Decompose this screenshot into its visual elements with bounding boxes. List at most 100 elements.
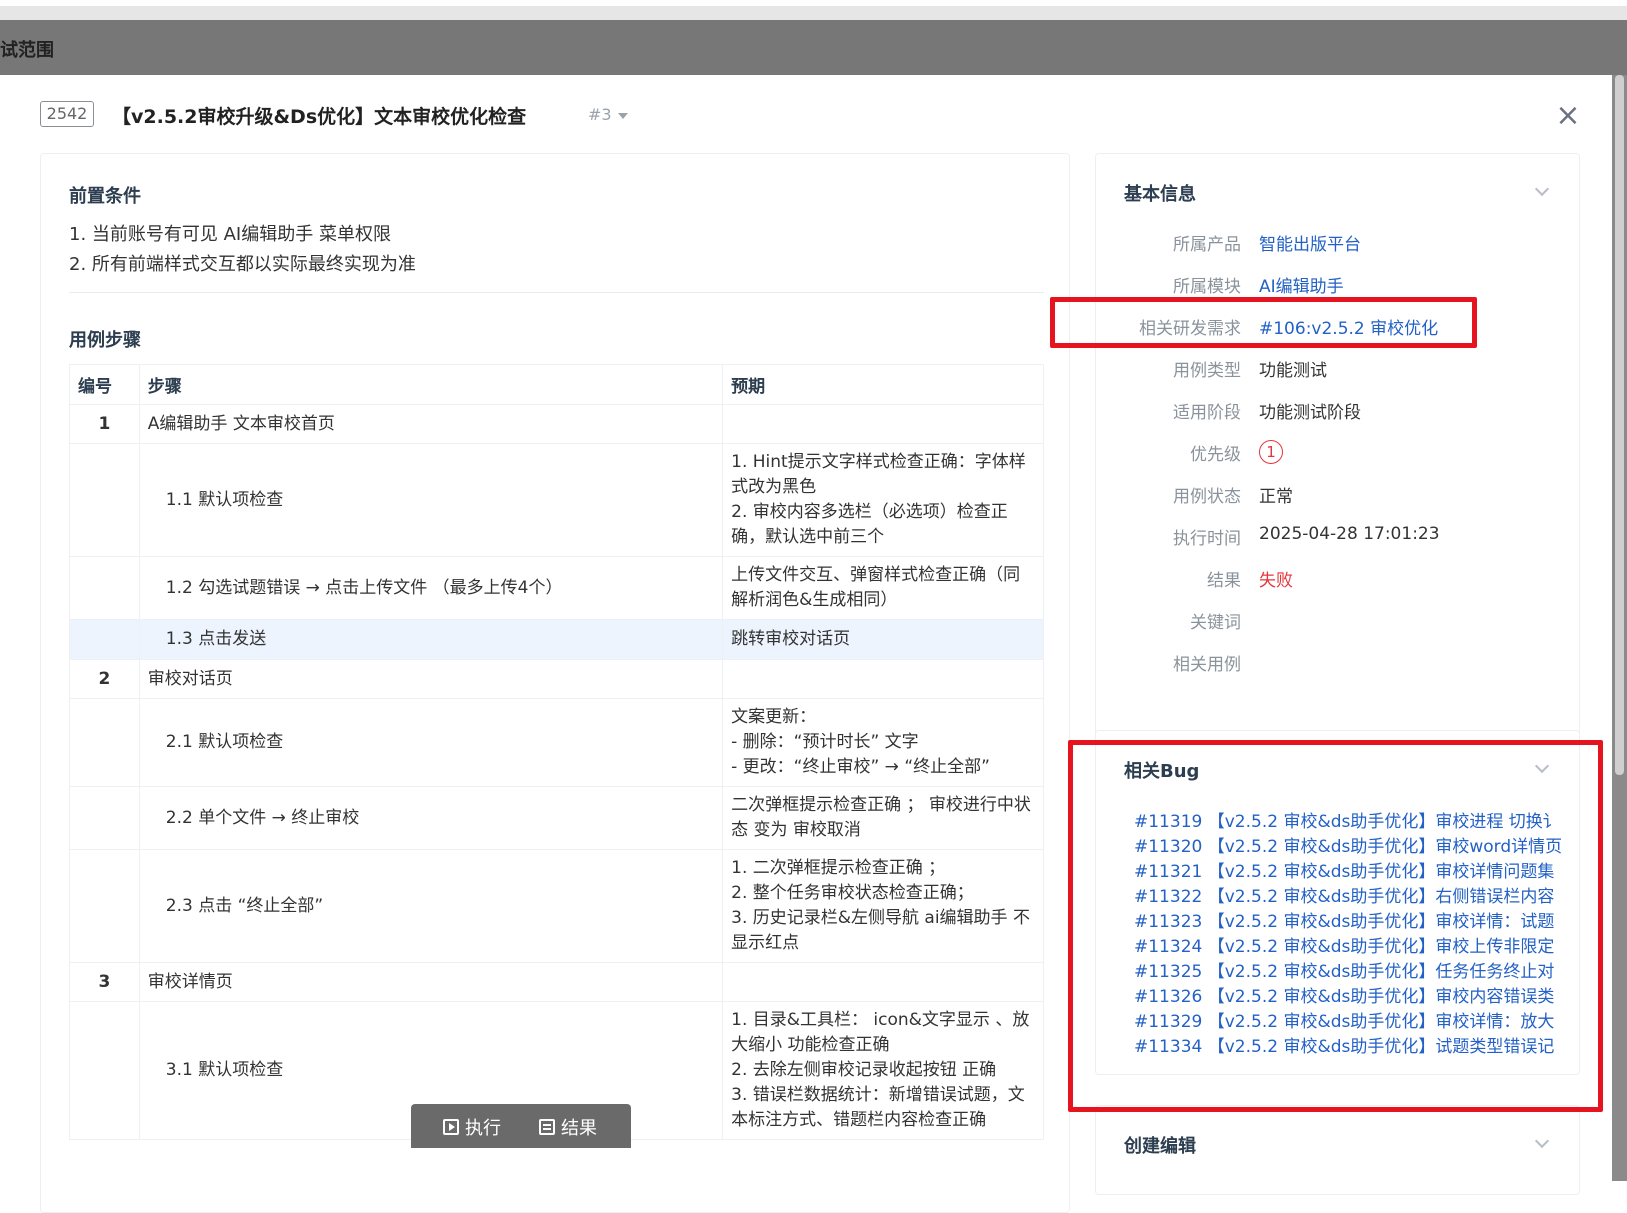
chevron-down-icon[interactable]: [1534, 1133, 1550, 1149]
info-label: 优先级: [1190, 445, 1241, 465]
list-icon: [539, 1119, 555, 1135]
bug-link[interactable]: #11334 【v2.5.2 审校&ds助手优化】试题类型错误记: [1134, 1032, 1574, 1057]
info-row-result: 结果 失败: [1096, 566, 1581, 596]
backdrop-strip: [0, 0, 1627, 6]
info-row-keywords: 关键词: [1096, 608, 1581, 638]
table-row: 2.2 单个文件 → 终止审校 二次弹框提示检查正确 ； 审校进行中状态 变为 …: [69, 786, 1044, 850]
bug-link[interactable]: #11326 【v2.5.2 审校&ds助手优化】审校内容错误类: [1134, 982, 1574, 1007]
info-label: 适用阶段: [1173, 403, 1241, 423]
product-link[interactable]: 智能出版平台: [1259, 230, 1361, 255]
related-bugs-card: 相关Bug #11319 【v2.5.2 审校&ds助手优化】审校进程 切换讠 …: [1095, 730, 1580, 1075]
info-label: 所属产品: [1173, 235, 1241, 255]
step-expect: [722, 962, 1044, 1002]
step-text: 2.2 单个文件 → 终止审校: [138, 786, 724, 850]
create-edit-title: 创建编辑: [1124, 1136, 1196, 1157]
info-label: 结果: [1207, 571, 1241, 591]
bug-link[interactable]: #11325 【v2.5.2 审校&ds助手优化】任务任务终止对: [1134, 957, 1574, 982]
requirement-link[interactable]: #106:v2.5.2 审校优化: [1259, 314, 1438, 339]
basic-info-title: 基本信息: [1124, 184, 1196, 205]
table-row: 1.3 点击发送 跳转审校对话页: [69, 619, 1044, 660]
section-divider: [69, 292, 1044, 293]
step-text: 审校对话页: [138, 659, 724, 699]
module-link[interactable]: AI编辑助手: [1259, 272, 1344, 297]
column-header-number: 编号: [69, 364, 140, 405]
step-expect: [722, 404, 1044, 444]
chevron-down-icon[interactable]: [1534, 181, 1550, 197]
info-label: 关键词: [1190, 613, 1241, 633]
info-value: 2025-04-28 17:01:23: [1259, 524, 1440, 544]
create-edit-card: 创建编辑: [1095, 1105, 1580, 1195]
backdrop-top: [0, 0, 1627, 20]
execute-button[interactable]: 执行: [443, 1114, 501, 1140]
bug-link[interactable]: #11323 【v2.5.2 审校&ds助手优化】审校详情：试题: [1134, 907, 1574, 932]
step-expect: 1. 目录&工具栏： icon&文字显示 、放大缩小 功能检查正确 2. 去除左…: [722, 1001, 1044, 1140]
floating-action-bar: 执行 结果: [411, 1104, 631, 1148]
step-expect: 1. Hint提示文字样式检查正确：字体样式改为黑色 2. 审校内容多选栏（必选…: [722, 443, 1044, 557]
backdrop-title: 试范围: [0, 40, 54, 61]
step-text: A编辑助手 文本审校首页: [138, 404, 724, 444]
bug-link[interactable]: #11321 【v2.5.2 审校&ds助手优化】审校详情问题集: [1134, 857, 1574, 882]
step-expect: 跳转审校对话页: [722, 619, 1044, 660]
table-row: 1.1 默认项检查 1. Hint提示文字样式检查正确：字体样式改为黑色 2. …: [69, 443, 1044, 557]
page-scrollbar[interactable]: [1612, 75, 1627, 1181]
step-number: 3: [69, 962, 140, 1002]
version-label: #3: [588, 105, 612, 124]
steps-table: 编号 步骤 预期 1 A编辑助手 文本审校首页 1.1 默认项检查 1. Hin…: [69, 364, 1044, 1140]
info-label: 用例状态: [1173, 487, 1241, 507]
related-bugs-title: 相关Bug: [1124, 761, 1200, 782]
table-row: 1 A编辑助手 文本审校首页: [69, 404, 1044, 444]
scrollbar-thumb[interactable]: [1615, 75, 1624, 775]
bug-list: #11319 【v2.5.2 审校&ds助手优化】审校进程 切换讠 #11320…: [1134, 807, 1574, 1057]
step-expect: 二次弹框提示检查正确 ； 审校进行中状态 变为 审校取消: [722, 786, 1044, 850]
column-header-step: 步骤: [138, 364, 724, 405]
step-text: 1.3 点击发送: [138, 619, 724, 660]
step-number: [69, 619, 140, 660]
step-expect: 文案更新： - 删除：“预计时长” 文字 - 更改：“终止审校” → “终止全部…: [722, 698, 1044, 787]
info-value: 功能测试阶段: [1259, 403, 1361, 423]
table-row: 2.1 默认项检查 文案更新： - 删除：“预计时长” 文字 - 更改：“终止审…: [69, 698, 1044, 787]
chevron-down-icon: [617, 112, 628, 119]
info-label: 用例类型: [1173, 361, 1241, 381]
step-number: [69, 556, 140, 620]
info-row-status: 用例状态 正常: [1096, 482, 1581, 512]
step-expect: 1. 二次弹框提示检查正确 ； 2. 整个任务审校状态检查正确； 3. 历史记录…: [722, 849, 1044, 963]
table-row: 1.2 勾选试题错误 → 点击上传文件 （最多上传4个） 上传文件交互、弹窗样式…: [69, 556, 1044, 620]
step-number: 1: [69, 404, 140, 444]
modal-header: 2542 【v2.5.2审校升级&Ds优化】文本审校优化检查 #3 ×: [40, 101, 1583, 131]
step-number: [69, 1001, 140, 1140]
case-content-panel: 前置条件 1. 当前账号有可见 AI编辑助手 菜单权限 2. 所有前端样式交互都…: [40, 153, 1070, 1213]
step-number: [69, 849, 140, 963]
bug-link[interactable]: #11322 【v2.5.2 审校&ds助手优化】右侧错误栏内容: [1134, 882, 1574, 907]
basic-info-card: 基本信息 所属产品 智能出版平台 所属模块 AI编辑助手 相关研发需求 #106…: [1095, 153, 1580, 795]
info-row-module: 所属模块 AI编辑助手: [1096, 272, 1581, 302]
bug-link[interactable]: #11319 【v2.5.2 审校&ds助手优化】审校进程 切换讠: [1134, 807, 1574, 832]
precondition-list: 1. 当前账号有可见 AI编辑助手 菜单权限 2. 所有前端样式交互都以实际最终…: [69, 220, 416, 280]
info-row-related-cases: 相关用例: [1096, 650, 1581, 680]
execute-label: 执行: [465, 1118, 501, 1139]
chevron-down-icon[interactable]: [1534, 758, 1550, 774]
version-dropdown[interactable]: #3: [588, 105, 628, 124]
bug-link[interactable]: #11329 【v2.5.2 审校&ds助手优化】审校详情：放大: [1134, 1007, 1574, 1032]
step-number: [69, 443, 140, 557]
table-header-row: 编号 步骤 预期: [69, 364, 1044, 405]
priority-value: 1: [1259, 440, 1283, 464]
result-button[interactable]: 结果: [539, 1114, 597, 1140]
case-title: 【v2.5.2审校升级&Ds优化】文本审校优化检查: [112, 106, 527, 128]
step-expect: [722, 659, 1044, 699]
bug-link[interactable]: #11324 【v2.5.2 审校&ds助手优化】审校上传非限定: [1134, 932, 1574, 957]
priority-badge: 1: [1259, 440, 1283, 464]
result-label: 结果: [561, 1118, 597, 1139]
case-id-badge: 2542: [40, 101, 94, 127]
steps-title: 用例步骤: [69, 330, 141, 351]
result-value: 失败: [1259, 571, 1293, 591]
bug-link[interactable]: #11320 【v2.5.2 审校&ds助手优化】审校word详情页: [1134, 832, 1574, 857]
step-expect: 上传文件交互、弹窗样式检查正确（同解析润色&生成相同）: [722, 556, 1044, 620]
info-row-product: 所属产品 智能出版平台: [1096, 230, 1581, 260]
info-label: 所属模块: [1173, 277, 1241, 297]
step-text: 审校详情页: [138, 962, 724, 1002]
case-detail-modal: 2542 【v2.5.2审校升级&Ds优化】文本审校优化检查 #3 × 前置条件…: [0, 75, 1612, 1213]
column-header-expect: 预期: [722, 364, 1044, 405]
backdrop-header: 试范围: [0, 20, 1627, 75]
precondition-item: 1. 当前账号有可见 AI编辑助手 菜单权限: [69, 224, 391, 245]
close-button[interactable]: ×: [1553, 101, 1583, 131]
